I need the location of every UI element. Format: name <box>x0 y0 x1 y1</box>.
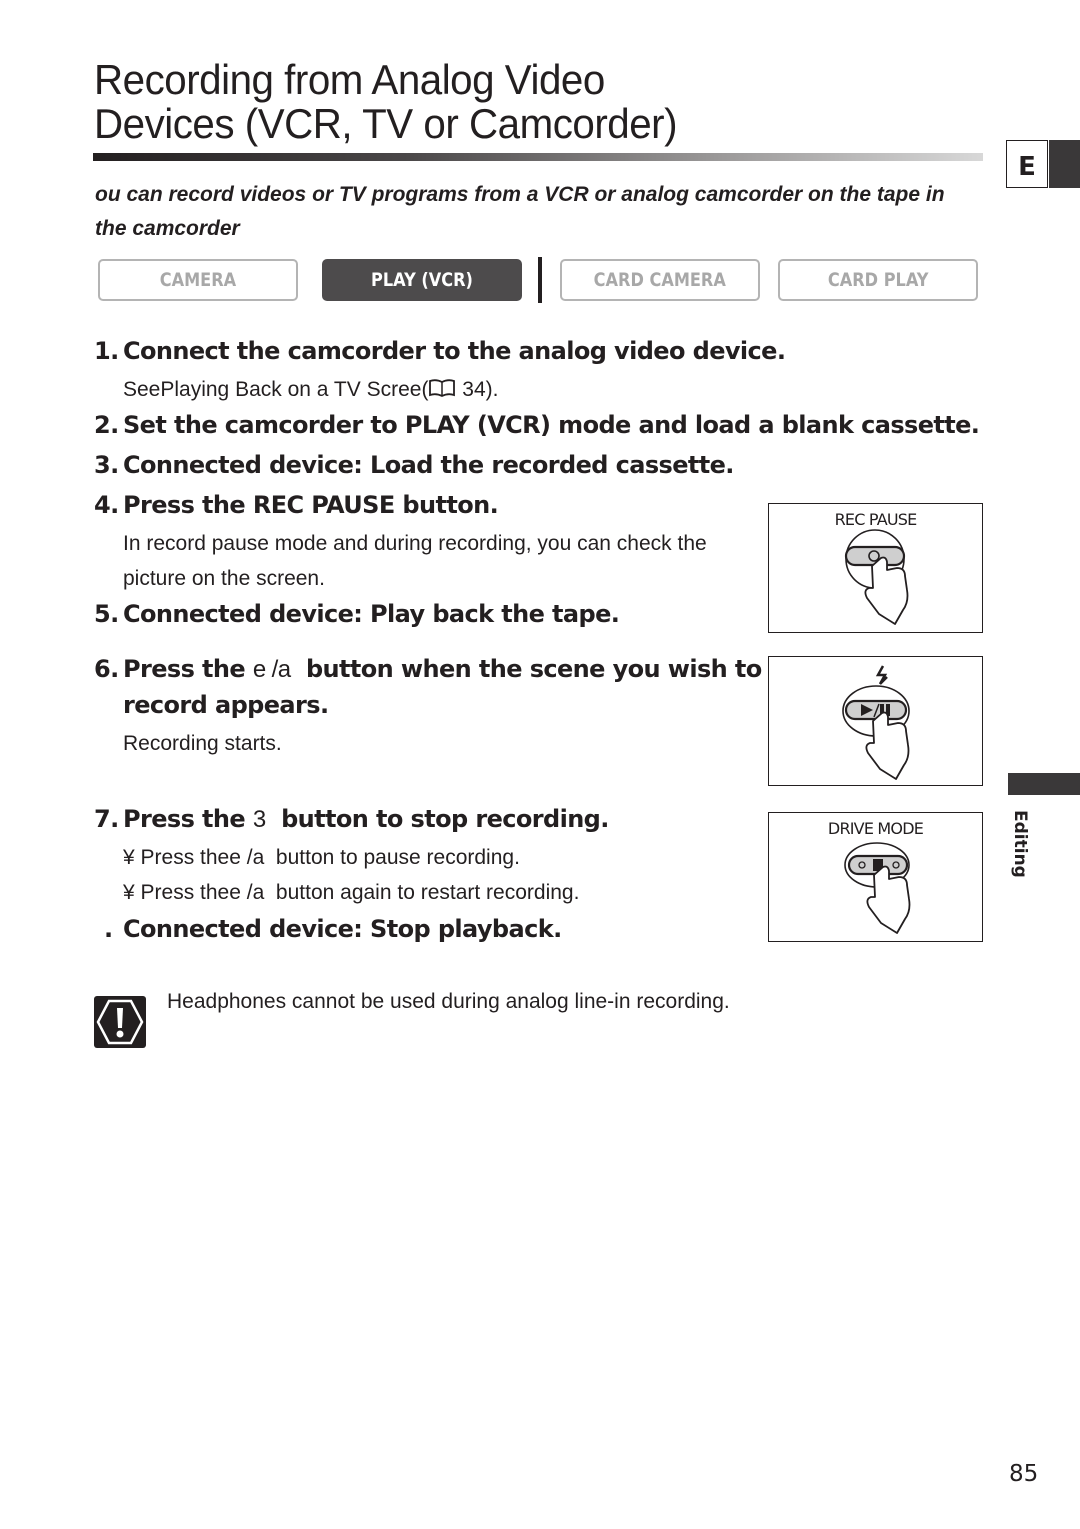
rec-pause-button-illustration <box>844 529 909 625</box>
step-text: Connected device: Stop playback. <box>123 915 562 943</box>
play-pause-button-illustration <box>842 665 910 780</box>
mode-play-vcr-label: PLAY (VCR) <box>371 269 473 291</box>
stop-button-illustration <box>844 842 911 934</box>
step-7-note-1: ¥ Press thee /a button to pause recordin… <box>123 846 520 869</box>
step-text: Press the <box>123 655 253 683</box>
intro-line-2: the camcorder <box>95 217 240 240</box>
step-1-note-paren: ( <box>421 378 429 401</box>
step-5: 5. Connected device: Play back the tape. <box>94 600 620 628</box>
intro-text: ou can record videos or TV programs from… <box>95 178 1080 246</box>
step-1-note-page: 34). <box>456 378 499 401</box>
step-text: Press the REC PAUSE button. <box>123 491 499 519</box>
title-underline-bar <box>93 153 983 161</box>
step-text: Connected device: Load the recorded cass… <box>123 451 734 479</box>
mode-card-play-label: CARD PLAY <box>827 269 929 291</box>
step-number: 1. <box>94 337 119 365</box>
step-3: 3. Connected device: Load the recorded ca… <box>94 451 734 479</box>
section-label-text: Editing <box>1010 810 1030 878</box>
step-text: Set the camcorder to PLAY (VCR) mode and… <box>123 411 980 439</box>
step-1-note: SeePlaying Back on a TV Scree( 34). <box>123 378 498 404</box>
step-number: 6. <box>94 655 119 683</box>
figure-play-pause <box>768 656 983 786</box>
step-7: 7. Press the 3 button to stop recording. <box>94 805 609 834</box>
page-title: Recording from Analog Video Devices (VCR… <box>94 56 678 147</box>
stop-symbol: 3 <box>252 806 266 833</box>
book-icon <box>428 378 456 404</box>
step-1: 1. Connect the camcorder to the analog vi… <box>94 337 786 365</box>
step-number: 3. <box>94 451 119 479</box>
caution-text: Headphones cannot be used during analog … <box>167 990 730 1013</box>
step-number: 2. <box>94 411 119 439</box>
caution-icon <box>94 996 146 1048</box>
mode-play-vcr: PLAY (VCR) <box>322 259 522 301</box>
mode-camera-label: CAMERA <box>159 269 237 291</box>
step-number: 4. <box>94 491 119 519</box>
step-2: 2. Set the camcorder to PLAY (VCR) mode a… <box>94 411 980 439</box>
step-number: . <box>104 915 113 943</box>
mode-separator <box>538 257 542 303</box>
step-number: 7. <box>94 805 119 833</box>
lightning-icon <box>875 665 888 685</box>
step-text: Connected device: Play back the tape. <box>123 600 620 628</box>
figure-rec-pause: REC PAUSE <box>768 503 983 633</box>
step-8: . Connected device: Stop playback. <box>104 915 562 943</box>
mode-card-camera: CARD CAMERA <box>560 259 760 301</box>
step-number: 5. <box>94 600 119 628</box>
step-4: 4. Press the REC PAUSE button. <box>94 491 499 519</box>
step-7-note-2: ¥ Press thee /a button again to restart … <box>123 881 580 904</box>
step-6-note: Recording starts. <box>123 732 282 755</box>
page-title-line-2: Devices (VCR, TV or Camcorder) <box>94 100 678 147</box>
mode-camera: CAMERA <box>98 259 298 301</box>
step-6: 6. Press the e /a button when the scene y… <box>94 655 762 684</box>
step-4-note-line-1: In record pause mode and during recordin… <box>123 532 707 555</box>
play-pause-symbol: e /a <box>252 656 291 683</box>
page-title-line-1: Recording from Analog Video <box>94 56 605 103</box>
section-label: Editing <box>1004 810 1034 880</box>
step-6-line-2: record appears. <box>123 691 329 719</box>
step-text-continued: button when the scene you wish to <box>290 655 762 683</box>
section-tab-marker <box>1008 773 1080 795</box>
page-number: 85 <box>1009 1461 1039 1487</box>
figure-drive-mode: DRIVE MODE <box>768 812 983 942</box>
step-text: Connect the camcorder to the analog vide… <box>123 337 786 365</box>
mode-card-camera-label: CARD CAMERA <box>593 269 727 291</box>
step-text-continued: button to stop recording. <box>265 805 609 833</box>
mode-card-play: CARD PLAY <box>778 259 978 301</box>
step-4-note-line-2: picture on the screen. <box>123 567 325 590</box>
step-1-note-text: SeePlaying Back on a TV Scree <box>123 378 422 401</box>
step-text: Press the <box>123 805 253 833</box>
intro-line-1: ou can record videos or TV programs from… <box>95 183 945 206</box>
